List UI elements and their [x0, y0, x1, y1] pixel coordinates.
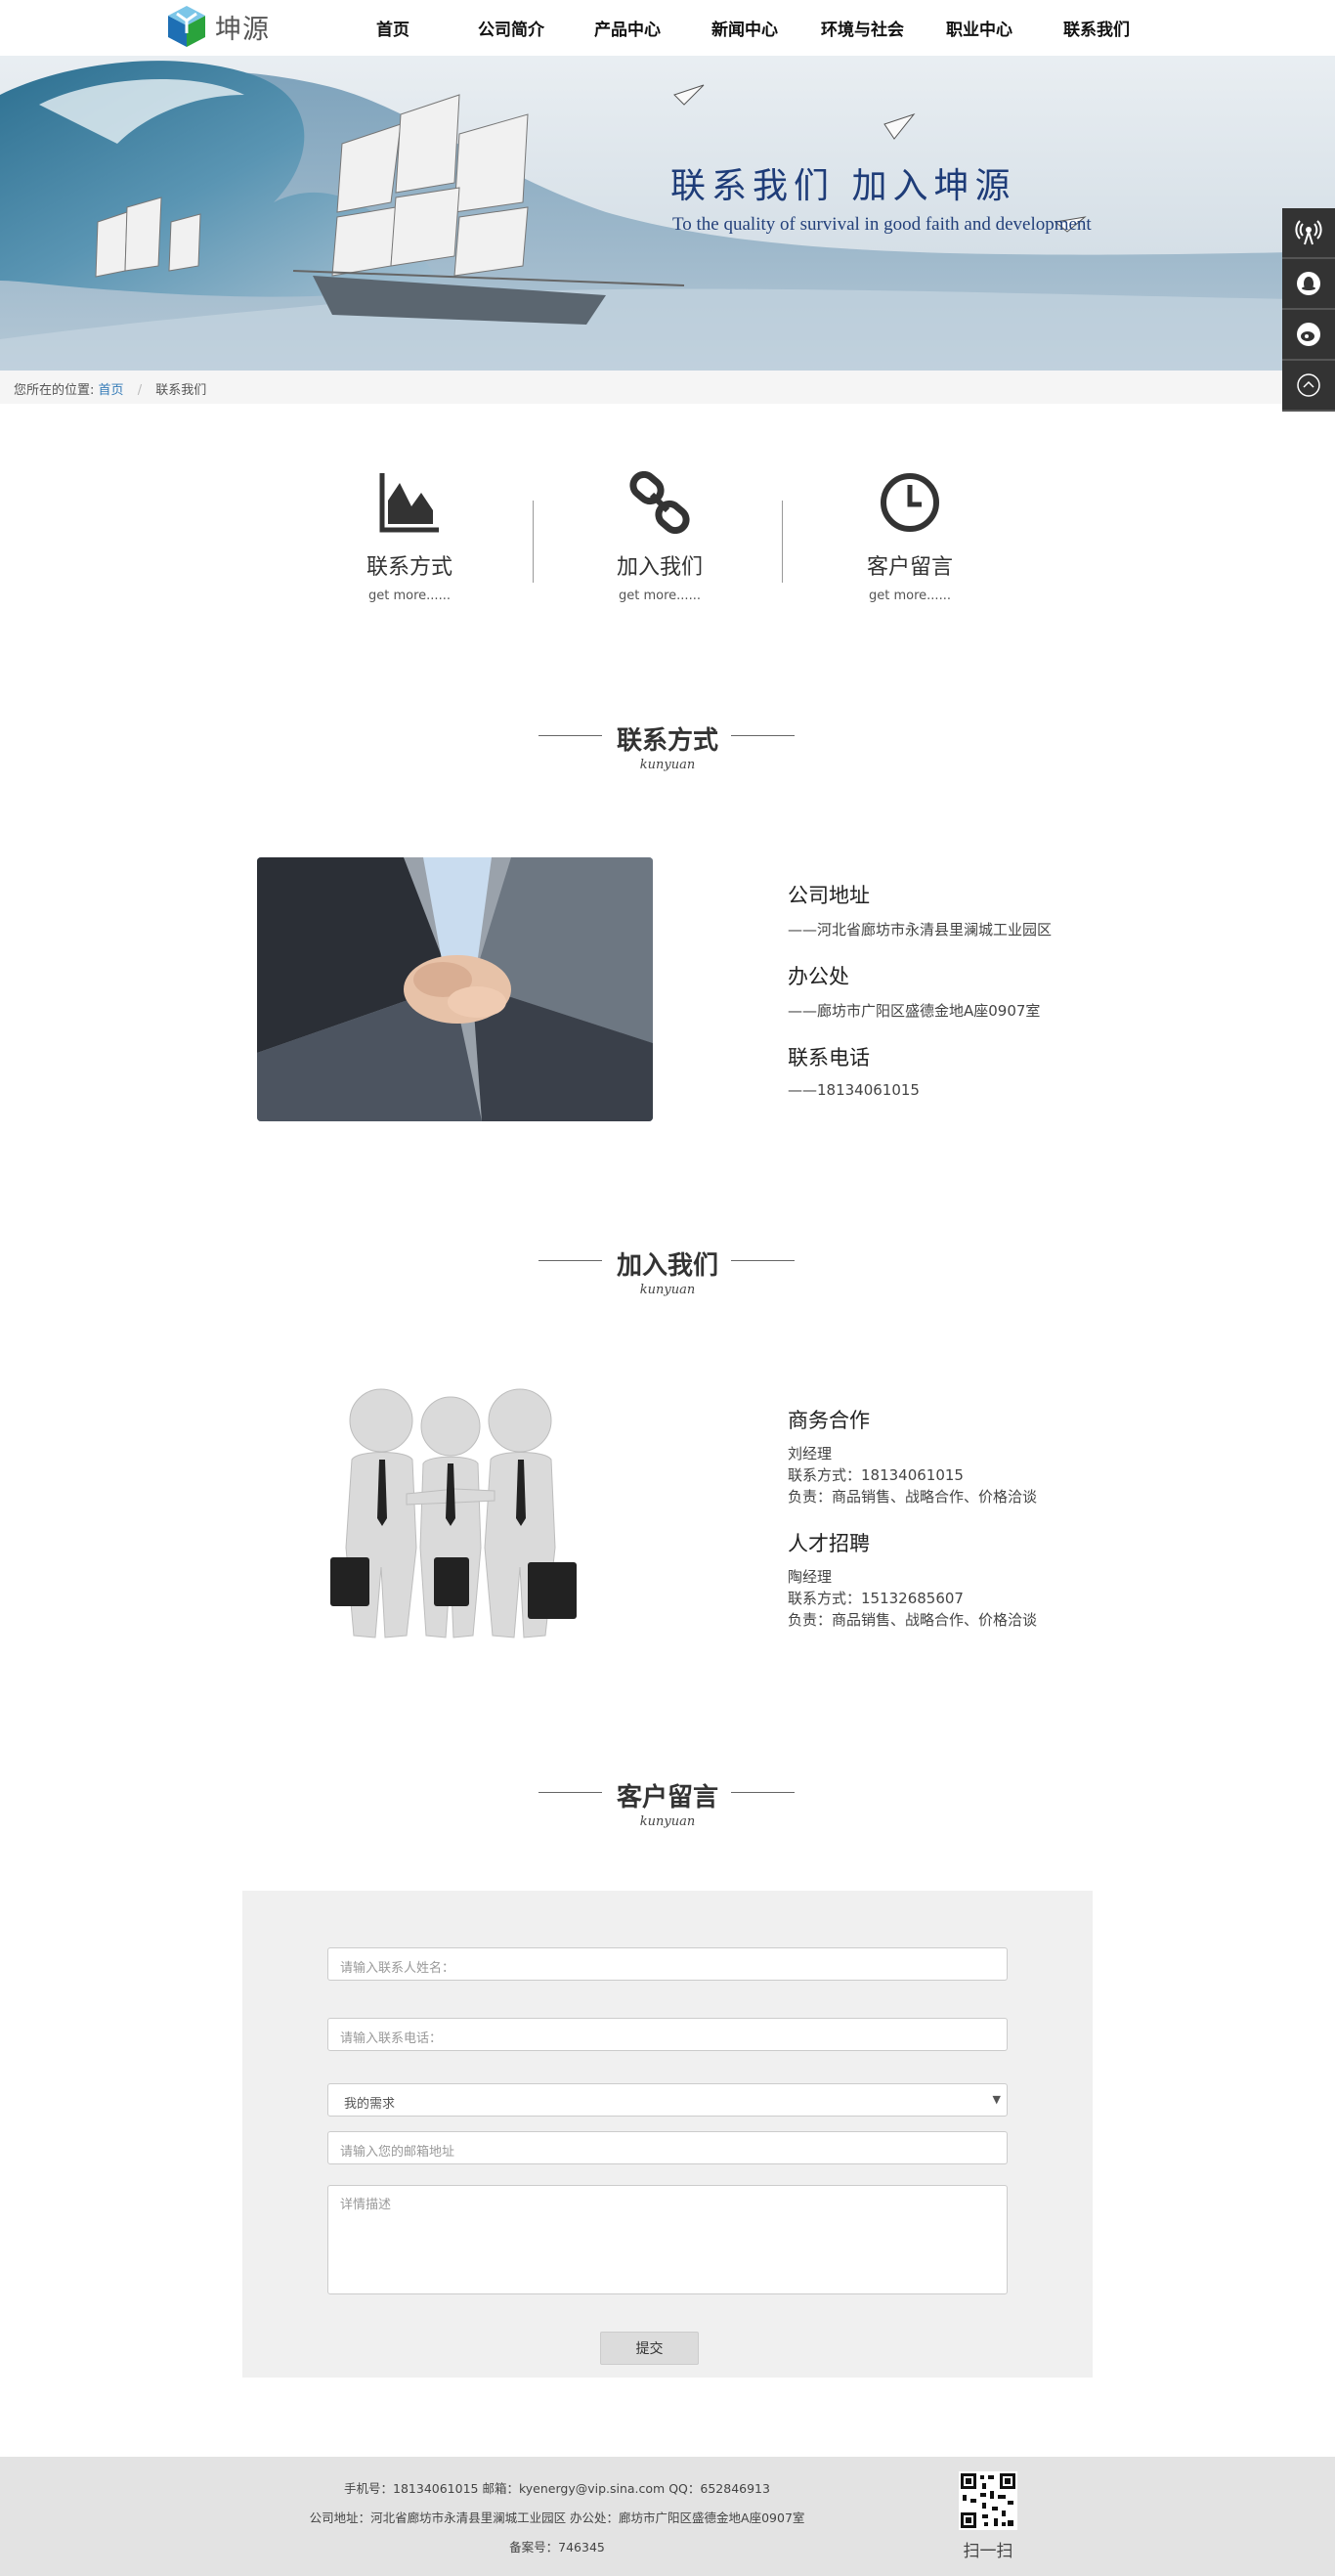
join-business-manager: 刘经理: [788, 1445, 833, 1463]
nav-item-products[interactable]: 产品中心: [594, 16, 661, 40]
footer-address-line: 公司地址：河北省廊坊市永清县里澜城工业园区 办公处：廊坊市广阳区盛德金地A座09…: [309, 2511, 805, 2525]
contact-value-address: ——河北省廊坊市永清县里澜城工业园区: [788, 921, 1053, 939]
join-recruit-manager: 陶经理: [788, 1568, 833, 1586]
section-heading-join: 加入我们 kunyuan: [0, 1245, 1335, 1304]
nav-item-environment[interactable]: 环境与社会: [821, 16, 904, 40]
breadcrumb: 您所在的位置: 首页 / 联系我们: [0, 371, 1335, 404]
qq-penguin-icon: [1297, 272, 1320, 295]
nav-item-contact[interactable]: 联系我们: [1063, 16, 1130, 40]
sidebar-broadcast-button[interactable]: [1282, 208, 1335, 259]
breadcrumb-current: 联系我们: [155, 383, 207, 398]
submit-button[interactable]: 提交: [600, 2332, 699, 2365]
join-business-duty: 负责：商品销售、战略合作、价格洽谈: [788, 1488, 1038, 1506]
footer-icp-line: 备案号：746345: [509, 2540, 605, 2554]
contact-label-phone: 联系电话: [788, 1046, 870, 1070]
banner-seascape-image: [0, 56, 1335, 371]
join-label-recruit: 人才招聘: [788, 1532, 870, 1555]
tile-more-link[interactable]: get more......: [581, 589, 738, 603]
phone-input[interactable]: 请输入联系电话：: [327, 2018, 1008, 2051]
section-title: 联系方式: [616, 726, 718, 756]
tile-title: 加入我们: [616, 555, 703, 580]
tile-message[interactable]: 客户留言 get more......: [832, 469, 988, 603]
section-title: 加入我们: [616, 1251, 718, 1281]
main-nav: 首页 公司简介 产品中心 新闻中心 环境与社会 职业中心 联系我们: [0, 16, 1335, 40]
tile-title: 客户留言: [866, 555, 953, 580]
section-subtitle: kunyuan: [639, 758, 696, 772]
contact-value-phone: ——18134061015: [788, 1081, 920, 1099]
section-heading-message: 客户留言 kunyuan: [0, 1777, 1335, 1836]
footer-contact-line: 手机号：18134061015 邮箱：kyenergy@vip.sina.com…: [344, 2481, 770, 2496]
nav-item-about[interactable]: 公司简介: [478, 16, 544, 40]
nav-item-careers[interactable]: 职业中心: [946, 16, 1012, 40]
weibo-icon: [1297, 323, 1320, 346]
nav-item-news[interactable]: 新闻中心: [711, 16, 778, 40]
broadcast-icon: [1295, 220, 1322, 245]
need-select-value: 我的需求: [344, 2097, 396, 2112]
banner-subtitle: To the quality of survival in good faith…: [672, 214, 1092, 235]
tile-divider: [782, 501, 783, 583]
section-title: 客户留言: [616, 1783, 718, 1812]
need-select[interactable]: 我的需求 ▼: [327, 2083, 1008, 2117]
contact-value-office: ——廊坊市广阳区盛德金地A座0907室: [788, 1002, 1041, 1020]
sidebar-qq-button[interactable]: [1282, 259, 1335, 310]
join-business-phone: 联系方式：18134061015: [788, 1466, 964, 1484]
tile-more-link[interactable]: get more......: [331, 589, 488, 603]
site-footer: 手机号：18134061015 邮箱：kyenergy@vip.sina.com…: [0, 2457, 1335, 2576]
banner-title: 联系我们 加入坤源: [670, 166, 1016, 206]
breadcrumb-prefix: 您所在的位置:: [14, 383, 95, 398]
join-recruit-duty: 负责：商品销售、战略合作、价格洽谈: [788, 1611, 1038, 1629]
qr-code: [959, 2471, 1017, 2530]
clock-icon: [881, 473, 939, 532]
section-subtitle: kunyuan: [639, 1283, 696, 1297]
contact-label-office: 办公处: [788, 965, 849, 988]
tile-title: 联系方式: [366, 555, 452, 580]
qr-label: 扫一扫: [963, 2542, 1013, 2561]
site-header: 坤源 首页 公司简介 产品中心 新闻中心 环境与社会 职业中心 联系我们: [0, 0, 1335, 56]
dropdown-arrow-icon: ▼: [992, 2093, 1001, 2106]
business-figures-image: [270, 1381, 641, 1655]
section-subtitle: kunyuan: [639, 1814, 696, 1829]
tile-more-link[interactable]: get more......: [832, 589, 988, 603]
tile-contact[interactable]: 联系方式 get more......: [331, 469, 488, 603]
name-input[interactable]: 请输入联系人姓名：: [327, 1947, 1008, 1981]
floating-sidebar: [1282, 208, 1335, 412]
area-chart-icon: [379, 473, 439, 533]
hero-banner: 联系我们 加入坤源 To the quality of survival in …: [0, 56, 1335, 371]
back-to-top-button[interactable]: [1282, 361, 1335, 412]
back-to-top-icon: [1297, 373, 1320, 397]
sidebar-weibo-button[interactable]: [1282, 310, 1335, 361]
detail-textarea[interactable]: 详情描述: [327, 2185, 1008, 2294]
email-input[interactable]: 请输入您的邮箱地址: [327, 2131, 1008, 2164]
chain-link-icon: [629, 471, 690, 534]
tile-join[interactable]: 加入我们 get more......: [581, 469, 738, 603]
breadcrumb-home-link[interactable]: 首页: [99, 383, 124, 398]
contact-label-address: 公司地址: [788, 884, 870, 907]
nav-item-home[interactable]: 首页: [376, 16, 409, 40]
join-recruit-phone: 联系方式：15132685607: [788, 1590, 964, 1607]
breadcrumb-separator: /: [137, 383, 143, 398]
join-label-business: 商务合作: [788, 1409, 870, 1432]
section-heading-contact: 联系方式 kunyuan: [0, 720, 1335, 779]
message-form: 请输入联系人姓名： 请输入联系电话： 我的需求 ▼ 请输入您的邮箱地址 详情描述…: [242, 1891, 1093, 2378]
team-hands-photo: [257, 857, 653, 1121]
tile-divider: [533, 501, 534, 583]
